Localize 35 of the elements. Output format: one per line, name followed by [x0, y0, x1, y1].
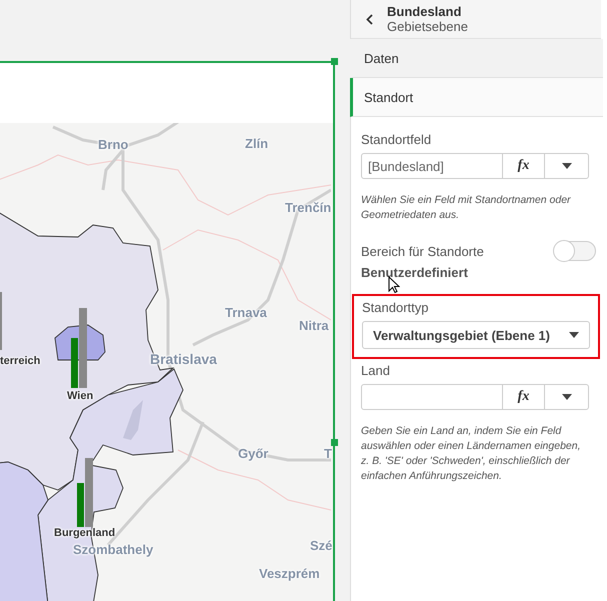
caret-icon [562, 163, 572, 169]
panel-subtitle: Gebietsebene [387, 19, 468, 34]
mouse-pointer-icon [388, 276, 400, 294]
range-value: Benutzerdefiniert [361, 265, 469, 280]
section-item[interactable]: Standort [350, 78, 603, 117]
city-label: Szé [310, 538, 332, 553]
city-label: Trenčín [285, 200, 332, 215]
resize-handle[interactable] [331, 58, 338, 65]
hint-text: Wählen Sie ein Feld mit Standortnamen oder Geometriedaten aus. [361, 193, 572, 223]
field-label: Bereich für Standorte [361, 244, 484, 258]
caret-icon [562, 394, 572, 400]
caret-icon [569, 332, 579, 338]
field-label: Standortfeld [361, 132, 432, 147]
field-label: Land [361, 363, 391, 378]
back-icon [366, 14, 372, 24]
expression-button[interactable]: fx [502, 385, 544, 409]
location-field[interactable]: [Bundesland] fx [361, 153, 589, 179]
country-field[interactable]: fx [361, 384, 589, 410]
city-label: Nitra [299, 318, 329, 333]
city-label: Győr [238, 446, 268, 461]
resize-handle[interactable] [331, 439, 338, 446]
region-label: terreich [0, 355, 40, 367]
panel-title: Bundesland [387, 4, 462, 19]
city-label: Zlín [245, 136, 268, 151]
city-label: Brno [98, 137, 128, 152]
expression-button[interactable]: fx [502, 154, 544, 178]
city-label: Veszprém [259, 566, 320, 581]
city-label: T [324, 446, 332, 461]
location-type-dropdown[interactable]: Verwaltungsgebiet (Ebene 1) [362, 321, 590, 349]
region-label: Wien [67, 390, 94, 402]
hint-text: Geben Sie ein Land an, indem Sie ein Feld auswählen oder einen Ländernamen eingeben, z. B. 'SE' oder 'Schweden', einschließlich der einfachen Anführungszeichen. [361, 424, 582, 484]
field-label: Standorttyp [362, 300, 430, 315]
toggle-switch[interactable] [554, 241, 596, 261]
section-item[interactable]: Daten [350, 39, 603, 78]
city-label: Trnava [225, 305, 267, 320]
